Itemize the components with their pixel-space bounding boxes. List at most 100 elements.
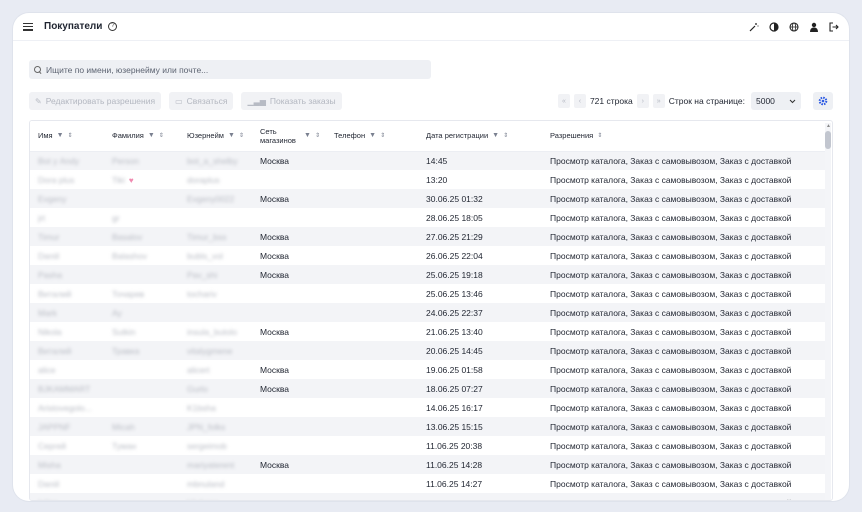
- cell-permissions: Просмотр каталога, Заказ с самовывозом, …: [542, 341, 825, 360]
- user-icon[interactable]: [809, 22, 819, 32]
- cell-surname: Травка: [104, 341, 179, 360]
- next-page-icon[interactable]: ›: [636, 94, 649, 108]
- cell-phone: [326, 322, 418, 341]
- cell-surname: Tiki ♥: [112, 174, 134, 185]
- cell-username: mbnuland: [187, 478, 225, 489]
- cell-phone: [326, 436, 418, 455]
- cell-network: [252, 208, 326, 227]
- menu-icon[interactable]: [23, 22, 33, 31]
- table-row[interactable]: Bot у Andy Person bot_a_shelby Москва 14:45 П…: [30, 151, 825, 170]
- cell-phone: [326, 303, 418, 322]
- table-row[interactable]: alice alicert Москва 19.06.25 01:58 Просмотр…: [30, 360, 825, 379]
- sort-icon: ⇕: [67, 133, 73, 140]
- theme-toggle-icon[interactable]: [769, 21, 779, 32]
- cell-username: bubls_vol: [187, 250, 223, 261]
- column-header-surname[interactable]: Фамилия ▼ ⇕: [104, 121, 179, 152]
- table-row[interactable]: Pasha Pav_shi Москва 25.06.25 19:18 Просмотр…: [30, 265, 825, 284]
- cell-network: Москва: [252, 493, 326, 500]
- table-row[interactable]: Iolina k1shanaМосква 11.06.25 13:20Просмот…: [30, 493, 825, 500]
- table-row[interactable]: Misha mariyaterent Москва 11.06.25 14:28 Про…: [30, 455, 825, 474]
- cell-permissions: Просмотр каталога, Заказ с самовывозом, …: [542, 227, 825, 246]
- cell-username: insula_butolo: [187, 326, 238, 337]
- cell-username: Evgeny0022: [179, 189, 252, 208]
- scrollbar-thumb[interactable]: [825, 131, 831, 149]
- table-row[interactable]: Evgeny Evgeny0022 Москва 30.06.25 01:32 Прос…: [30, 189, 825, 208]
- cell-date: 11.06.25 13:20: [418, 493, 542, 500]
- vertical-scrollbar[interactable]: ▲: [825, 123, 831, 500]
- column-header-permissions[interactable]: Разрешения ⇕: [542, 121, 825, 152]
- cell-surname: gr: [112, 212, 120, 223]
- cell-network: [252, 303, 326, 322]
- column-header-network[interactable]: Сеть магазинов ▼ ⇕: [252, 121, 326, 152]
- cell-username: bot_a_shelby: [179, 151, 252, 170]
- column-header-date[interactable]: Дата регистрации ▼ ⇕: [418, 121, 542, 152]
- contact-label: Связаться: [186, 96, 228, 106]
- table-row[interactable]: Mark Ay 24.06.25 22:37 Просмотр каталога, З…: [30, 303, 825, 322]
- edit-icon: ✎: [35, 96, 42, 106]
- scroll-up-icon[interactable]: ▲: [826, 123, 831, 129]
- show-orders-label: Показать заказы: [269, 96, 336, 106]
- first-page-icon[interactable]: «: [557, 94, 570, 108]
- search-input[interactable]: Ищите по имени, юзернейму или почте...: [29, 60, 431, 79]
- cell-network: Москва: [252, 265, 326, 284]
- column-header-username[interactable]: Юзернейм ▼ ⇕: [179, 121, 252, 152]
- column-header-phone[interactable]: Телефон ▼ ⇕: [326, 121, 418, 152]
- last-page-icon[interactable]: »: [652, 94, 665, 108]
- cell-name: BJKAMMART: [30, 379, 104, 398]
- sort-icon: ⇕: [238, 133, 244, 140]
- cell-username: doraplus: [187, 174, 220, 185]
- edit-permissions-button[interactable]: ✎ Редактировать разрешения: [29, 92, 162, 110]
- cell-network: [252, 284, 326, 303]
- cell-date: 11.06.25 14:28: [418, 455, 542, 474]
- cell-permissions: Просмотр каталога, Заказ с самовывозом, …: [550, 288, 792, 299]
- table-row[interactable]: jrt gr 28.06.25 18:05 Просмотр каталога, За…: [30, 208, 825, 227]
- cell-network: [252, 474, 326, 493]
- cell-date: 25.06.25 13:46: [426, 288, 483, 299]
- cell-date: 11.06.25 14:27: [426, 478, 483, 489]
- table-row[interactable]: Виталий Травка vitalygmene 20.06.25 14:45 Пр…: [30, 341, 825, 360]
- cell-date: 18.06.25 07:27: [418, 379, 542, 398]
- cell-phone: [326, 189, 418, 208]
- table-row[interactable]: Timur Basalov Timur_bss Москва 27.06.25 21:2…: [30, 227, 825, 246]
- cell-username: sergeimob: [187, 440, 227, 451]
- filter-icon: ▼: [369, 132, 377, 140]
- table-row[interactable]: Nikola Sutkin insula_butolo Москва 21.06.25 …: [30, 322, 825, 341]
- cell-network: [252, 436, 326, 455]
- cell-date: 14:45: [418, 151, 542, 170]
- table-row[interactable]: Сергей Туман sergeimob 11.06.25 20:38 Просмо…: [30, 436, 825, 455]
- table-row[interactable]: JAPPNF Micah JPN_folks 13.06.25 15:15 Просмо…: [30, 417, 825, 436]
- table-row[interactable]: Daniil mbnuland 11.06.25 14:27 Просмотр кат…: [30, 474, 825, 493]
- sort-icon: ⇕: [380, 133, 386, 140]
- table-header-row: Имя ▼ ⇕ Фамилия ▼ ⇕ Юзернейм ▼ ⇕ Сеть магазино…: [30, 121, 825, 152]
- table-row[interactable]: Dora plus Tiki ♥ doraplus 13:20 Просмотр ката…: [30, 170, 825, 189]
- column-header-name[interactable]: Имя ▼ ⇕: [30, 121, 104, 152]
- globe-icon[interactable]: [789, 21, 799, 32]
- table-row[interactable]: BJKAMMART Gurlo Москва 18.06.25 07:27 Просмо…: [30, 379, 825, 398]
- help-icon[interactable]: ?: [108, 22, 118, 31]
- cell-username: vitalygmene: [179, 341, 252, 360]
- logout-icon[interactable]: [829, 21, 839, 32]
- cell-date: 13:20: [426, 174, 448, 185]
- cell-permissions: Просмотр каталога, Заказ с самовывозом, …: [550, 212, 792, 223]
- magic-wand-icon[interactable]: [749, 22, 759, 32]
- cell-username: [179, 303, 252, 322]
- table-row[interactable]: Daniil Balashov bubls_vol Москва 26.06.25 22…: [30, 246, 825, 265]
- table-row[interactable]: Aristovegolo... K1bsha 14.06.25 16:17 Просм…: [30, 398, 825, 417]
- cell-name: Pasha: [30, 265, 104, 284]
- prev-page-icon[interactable]: ‹: [573, 94, 586, 108]
- rows-per-page-label: Строк на странице:: [668, 96, 745, 106]
- cell-username: Timur_bss: [179, 227, 252, 246]
- rows-per-page-select[interactable]: 5000: [751, 92, 801, 110]
- cell-phone: [326, 341, 418, 360]
- table-row[interactable]: Виталий Точарев tochariv 25.06.25 13:46 Прос…: [30, 284, 825, 303]
- cell-username: tochariv: [187, 288, 217, 299]
- table-settings-button[interactable]: [813, 92, 833, 110]
- contact-button[interactable]: ▭ Связаться: [169, 92, 234, 110]
- cell-phone: [326, 170, 418, 189]
- show-orders-button[interactable]: ▁▃▅ Показать заказы: [241, 92, 342, 110]
- cell-permissions: Просмотр каталога, Заказ с самовывозом, …: [542, 455, 825, 474]
- cell-surname: [104, 360, 179, 379]
- chat-icon: ▭: [175, 96, 183, 106]
- cell-network: [252, 170, 326, 189]
- cell-surname: [104, 474, 179, 493]
